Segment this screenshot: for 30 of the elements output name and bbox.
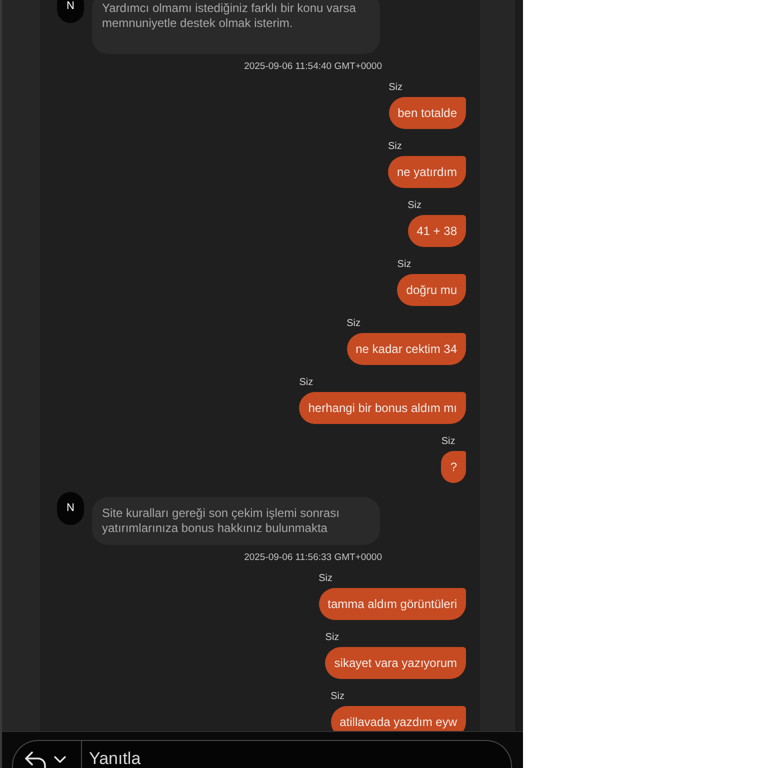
sender-label: Siz	[408, 200, 422, 212]
sender-label: Siz	[325, 632, 340, 644]
timestamp: 2025-09-06 11:54:40 GMT+0000	[244, 61, 382, 73]
message-bubble: doğru mu	[397, 274, 466, 306]
reply-icon	[24, 751, 47, 768]
message-bubble: atillavada yazdım eyw	[330, 706, 466, 731]
message-bubble: herhangi bir bonus aldım mı	[299, 392, 466, 424]
message-bubble: ben totalde	[388, 97, 466, 129]
avatar: N	[57, 0, 84, 23]
message-bubble: tamma aldım görüntüleri	[318, 588, 466, 620]
message-bubble: Yardımcı olmamı istediğiniz farklı bir konu varsa memnuniyetle destek olmak isterim.	[92, 0, 380, 54]
sender-label: Siz	[330, 691, 345, 703]
message-bubble: ne yatırdım	[388, 156, 466, 188]
sender-label: Siz	[299, 377, 314, 389]
sender-label: Siz	[388, 141, 402, 153]
message-bubble: sikayet vara yazıyorum	[325, 647, 466, 679]
reply-input[interactable]: Yanıtla	[82, 741, 511, 768]
message-bubble: ?	[441, 451, 466, 483]
sender-label: Siz	[388, 82, 403, 94]
reply-field[interactable]: Yanıtla	[12, 740, 512, 768]
sender-label: Siz	[346, 318, 361, 330]
sender-label: Siz	[318, 573, 333, 585]
message-bubble: ne kadar cektim 34	[346, 333, 466, 365]
caret-icon	[54, 756, 66, 763]
sender-label: Siz	[441, 436, 456, 448]
message-bubble: Site kuralları gereği son çekim işlemi sonrası yatırımlarınıza bonus hakkınız bulunmakta	[92, 497, 380, 545]
avatar: N	[57, 492, 84, 525]
timestamp: 2025-09-06 11:56:33 GMT+0000	[244, 552, 382, 564]
sender-label: Siz	[397, 259, 412, 271]
message-bubble: 41 + 38	[408, 215, 466, 247]
